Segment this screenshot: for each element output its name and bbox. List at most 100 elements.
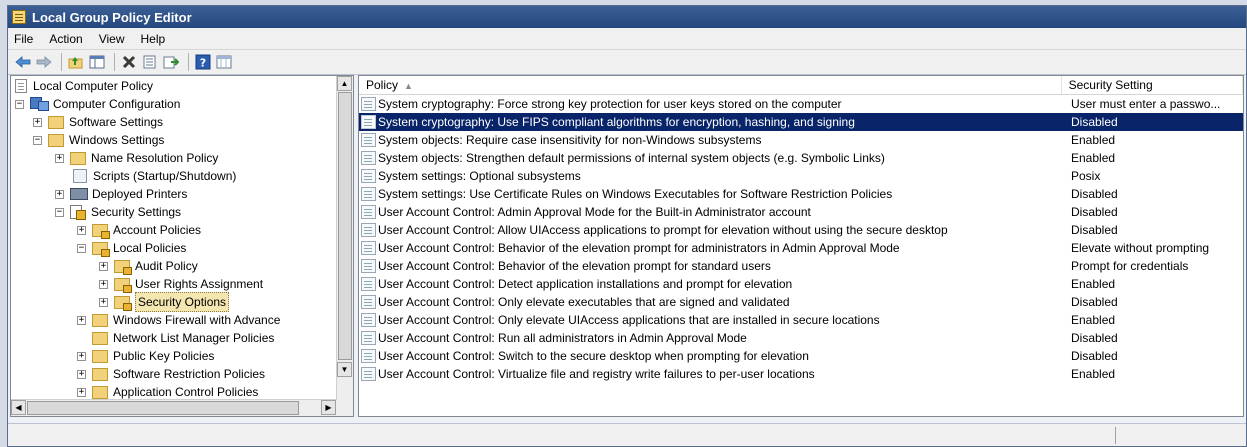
tree-item-deployed-printers[interactable]: + Deployed Printers xyxy=(55,185,187,203)
menu-file[interactable]: File xyxy=(14,32,33,46)
expand-icon[interactable]: + xyxy=(77,225,86,235)
folder-icon xyxy=(92,385,108,399)
policy-name: User Account Control: Behavior of the el… xyxy=(378,241,900,255)
folder-icon xyxy=(92,313,108,327)
back-icon[interactable] xyxy=(14,53,32,71)
scroll-left-icon[interactable]: ◀ xyxy=(11,400,26,415)
properties-icon[interactable] xyxy=(141,53,159,71)
policy-setting-icon xyxy=(361,205,376,219)
policy-row[interactable]: User Account Control: Behavior of the el… xyxy=(359,239,1243,257)
policy-row[interactable]: System cryptography: Use FIPS compliant … xyxy=(359,113,1243,131)
tree-horizontal-scrollbar[interactable]: ◀ ▶ xyxy=(11,399,337,416)
tree-item-label: Audit Policy xyxy=(135,259,198,273)
tree-item-audit-policy[interactable]: + Audit Policy xyxy=(99,257,198,275)
tree-item-label: Account Policies xyxy=(113,223,202,237)
policy-name: User Account Control: Allow UIAccess app… xyxy=(378,223,948,237)
tree-item-windows-settings[interactable]: − Windows Settings xyxy=(33,131,164,149)
policy-list: Policy ▲ Security Setting System cryptogr… xyxy=(358,75,1244,417)
expand-icon[interactable]: + xyxy=(77,369,86,379)
tree-item-user-rights-assignment[interactable]: + User Rights Assignment xyxy=(99,275,263,293)
folder-icon xyxy=(92,367,108,381)
view-icon[interactable] xyxy=(215,53,233,71)
menu-view[interactable]: View xyxy=(99,32,125,46)
menu-action[interactable]: Action xyxy=(49,32,82,46)
scroll-thumb[interactable] xyxy=(27,401,299,415)
policy-row[interactable]: User Account Control: Detect application… xyxy=(359,275,1243,293)
policy-row[interactable]: User Account Control: Admin Approval Mod… xyxy=(359,203,1243,221)
tree-item-software-settings[interactable]: + Software Settings xyxy=(33,113,163,131)
collapse-icon[interactable]: − xyxy=(55,207,64,217)
security-setting-value: Enabled xyxy=(1071,151,1116,165)
scroll-thumb[interactable] xyxy=(338,92,352,360)
expand-icon[interactable]: + xyxy=(33,117,42,127)
toolbar-separator xyxy=(188,53,189,71)
policy-row[interactable]: User Account Control: Virtualize file an… xyxy=(359,365,1243,383)
policy-row[interactable]: System objects: Require case insensitivi… xyxy=(359,131,1243,149)
tree-item-label: Scripts (Startup/Shutdown) xyxy=(93,169,237,183)
column-header-policy[interactable]: Policy ▲ xyxy=(359,76,1062,94)
expand-icon[interactable]: + xyxy=(77,351,86,361)
scroll-right-icon[interactable]: ▶ xyxy=(321,400,336,415)
policy-setting-icon xyxy=(361,259,376,273)
policy-row[interactable]: System cryptography: Force strong key pr… xyxy=(359,95,1243,113)
folder-icon xyxy=(92,349,108,363)
tree-item-network-list-manager[interactable]: Network List Manager Policies xyxy=(92,329,274,347)
policy-row[interactable]: User Account Control: Allow UIAccess app… xyxy=(359,221,1243,239)
tree-item-scripts[interactable]: Scripts (Startup/Shutdown) xyxy=(73,167,236,185)
export-list-icon[interactable] xyxy=(162,53,180,71)
expand-icon[interactable]: + xyxy=(55,153,64,163)
policy-setting-icon xyxy=(361,133,376,147)
expand-icon[interactable]: + xyxy=(99,297,108,307)
tree-item-local-computer-policy[interactable]: Local Computer Policy xyxy=(15,77,153,95)
locked-folder-icon xyxy=(92,223,110,239)
policy-row[interactable]: User Account Control: Run all administra… xyxy=(359,329,1243,347)
policy-row[interactable]: User Account Control: Behavior of the el… xyxy=(359,257,1243,275)
tree-item-software-restriction-policies[interactable]: + Software Restriction Policies xyxy=(77,365,265,383)
tree-item-public-key-policies[interactable]: + Public Key Policies xyxy=(77,347,214,365)
policy-cell: User Account Control: Detect application… xyxy=(359,275,1062,293)
help-icon[interactable]: ? xyxy=(194,53,212,71)
expand-icon[interactable]: + xyxy=(99,261,108,271)
computer-icon xyxy=(30,97,49,111)
collapse-icon[interactable]: − xyxy=(15,99,24,109)
expand-icon[interactable]: + xyxy=(77,315,86,325)
expand-icon[interactable]: + xyxy=(99,279,108,289)
policy-row[interactable]: User Account Control: Switch to the secu… xyxy=(359,347,1243,365)
policy-row[interactable]: System settings: Use Certificate Rules o… xyxy=(359,185,1243,203)
policy-cell: User Account Control: Virtualize file an… xyxy=(359,365,1062,383)
tree-item-local-policies[interactable]: − Local Policies xyxy=(77,239,186,257)
policy-row[interactable]: User Account Control: Only elevate UIAcc… xyxy=(359,311,1243,329)
policy-row[interactable]: System objects: Strengthen default permi… xyxy=(359,149,1243,167)
column-header-security-setting[interactable]: Security Setting xyxy=(1062,76,1243,94)
tree-item-label: Software Settings xyxy=(69,115,164,129)
tree-item-account-policies[interactable]: + Account Policies xyxy=(77,221,201,239)
collapse-icon[interactable]: − xyxy=(33,135,42,145)
tree-item-security-options[interactable]: + Security Options xyxy=(99,292,230,312)
expand-icon[interactable]: + xyxy=(55,189,64,199)
tree-item-label: Deployed Printers xyxy=(92,187,188,201)
policy-name: User Account Control: Admin Approval Mod… xyxy=(378,205,811,219)
collapse-icon[interactable]: − xyxy=(77,243,86,253)
up-folder-icon[interactable] xyxy=(67,53,85,71)
show-hide-tree-icon[interactable] xyxy=(88,53,106,71)
policy-cell: User Account Control: Switch to the secu… xyxy=(359,347,1062,365)
tree-item-computer-configuration[interactable]: − Computer Configuration xyxy=(15,95,180,113)
policy-row[interactable]: User Account Control: Only elevate execu… xyxy=(359,293,1243,311)
expand-icon[interactable]: + xyxy=(77,387,86,397)
scroll-up-icon[interactable]: ▲ xyxy=(337,76,352,91)
delete-icon[interactable] xyxy=(120,53,138,71)
security-setting-value: Disabled xyxy=(1071,331,1118,345)
locked-folder-icon xyxy=(92,241,110,257)
policy-name: User Account Control: Run all administra… xyxy=(378,331,747,345)
scroll-down-icon[interactable]: ▼ xyxy=(337,362,352,377)
tree-item-name-resolution-policy[interactable]: + Name Resolution Policy xyxy=(55,149,218,167)
forward-icon[interactable] xyxy=(35,53,53,71)
list-rows: System cryptography: Force strong key pr… xyxy=(359,95,1243,383)
status-divider xyxy=(1115,427,1116,444)
column-header-label: Security Setting xyxy=(1068,78,1153,92)
tree-item-security-settings[interactable]: − Security Settings xyxy=(55,203,181,221)
menu-help[interactable]: Help xyxy=(141,32,166,46)
policy-row[interactable]: System settings: Optional subsystems Posi… xyxy=(359,167,1243,185)
tree-vertical-scrollbar[interactable]: ▲ ▼ xyxy=(336,76,353,416)
tree-item-windows-firewall[interactable]: + Windows Firewall with Advance xyxy=(77,311,280,329)
